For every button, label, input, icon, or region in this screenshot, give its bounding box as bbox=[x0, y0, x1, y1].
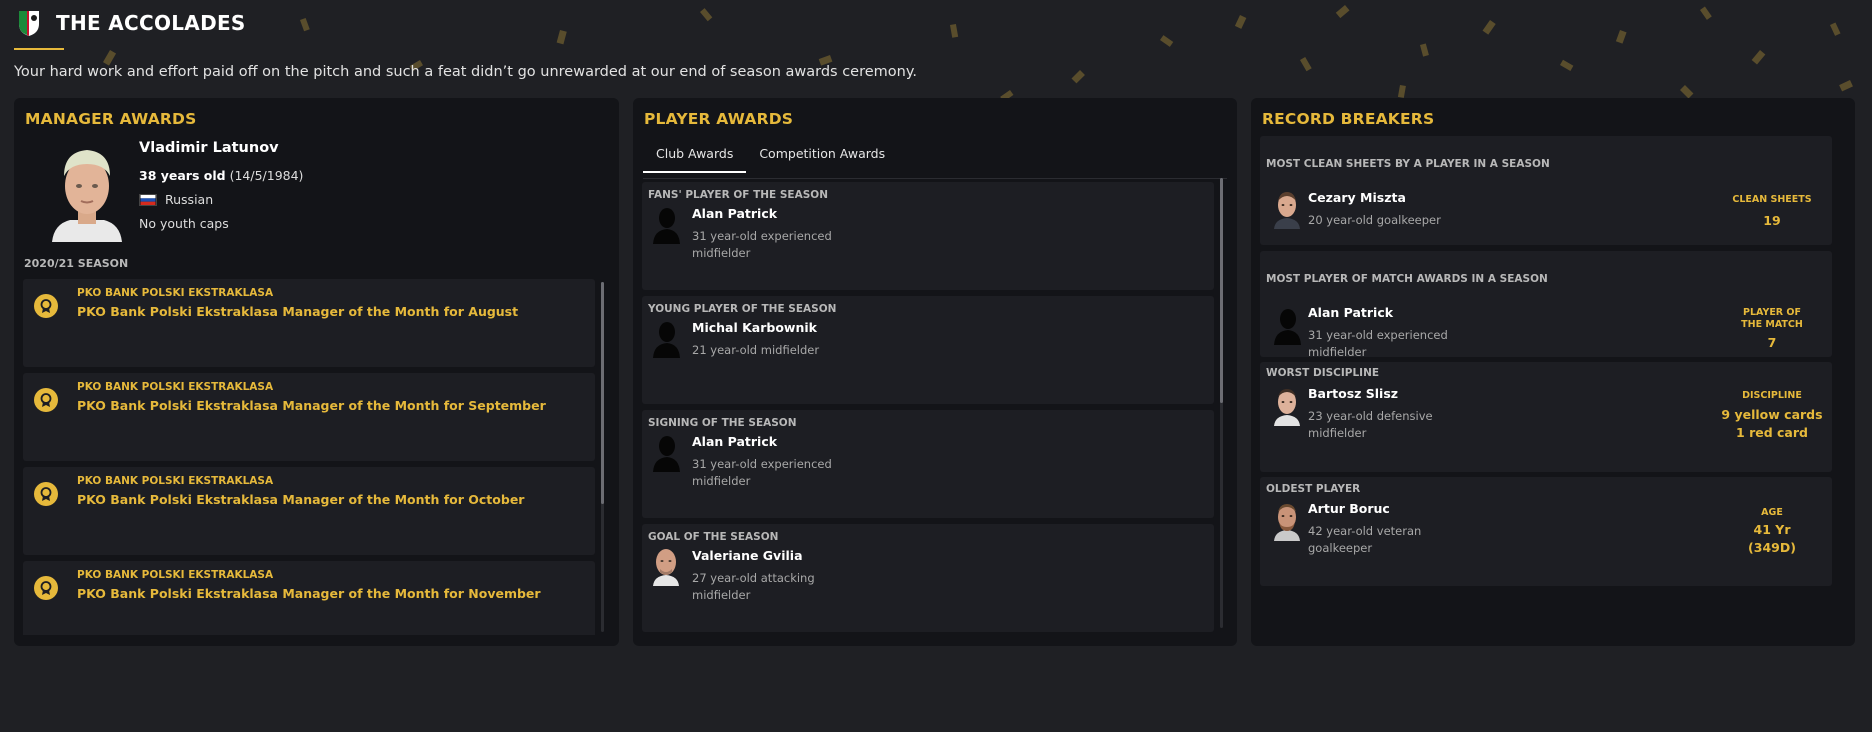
player-name[interactable]: Valeriane Gvilia bbox=[692, 548, 803, 563]
scrollbar-thumb[interactable] bbox=[1220, 178, 1223, 403]
award-label: FANS' PLAYER OF THE SEASON bbox=[648, 189, 829, 201]
stat-value-secondary: (349D) bbox=[1748, 540, 1796, 555]
award-card[interactable]: PKO BANK POLSKI EKSTRAKLASA PKO Bank Pol… bbox=[23, 373, 595, 461]
player-award-card[interactable]: GOAL OF THE SEASON Valeriane Gvilia 27 y… bbox=[642, 524, 1214, 632]
player-silhouette-icon[interactable] bbox=[651, 204, 681, 244]
record-card[interactable]: MOST CLEAN SHEETS BY A PLAYER IN A SEASO… bbox=[1260, 136, 1832, 245]
stat-label: PLAYER OF THE MATCH bbox=[1741, 307, 1803, 330]
player-silhouette-icon[interactable] bbox=[651, 318, 681, 358]
player-description: 31 year-old experienced midfielder bbox=[692, 229, 832, 260]
record-label: MOST PLAYER OF MATCH AWARDS IN A SEASON bbox=[1266, 273, 1548, 285]
tabs-divider bbox=[643, 178, 1227, 179]
player-awards-panel: PLAYER AWARDS Club Awards Competition Aw… bbox=[633, 98, 1237, 646]
panel-title: PLAYER AWARDS bbox=[644, 110, 794, 128]
manager-age-years: 38 years old bbox=[139, 168, 226, 183]
player-photo[interactable] bbox=[651, 546, 681, 586]
manager-youth-caps: No youth caps bbox=[139, 216, 229, 231]
player-name[interactable]: Artur Boruc bbox=[1308, 501, 1390, 516]
player-description: 31 year-old experienced midfielder bbox=[1308, 328, 1448, 359]
player-silhouette-icon[interactable] bbox=[651, 432, 681, 472]
player-award-card[interactable]: YOUNG PLAYER OF THE SEASON Michal Karbow… bbox=[642, 296, 1214, 404]
club-logo-icon bbox=[19, 11, 39, 36]
award-name[interactable]: PKO Bank Polski Ekstraklasa Manager of t… bbox=[77, 586, 541, 601]
player-name[interactable]: Alan Patrick bbox=[692, 434, 777, 449]
player-name[interactable]: Alan Patrick bbox=[1308, 305, 1393, 320]
player-name[interactable]: Bartosz Slisz bbox=[1308, 386, 1398, 401]
award-label: GOAL OF THE SEASON bbox=[648, 531, 779, 543]
award-name[interactable]: PKO Bank Polski Ekstraklasa Manager of t… bbox=[77, 304, 518, 319]
tab-competition-awards[interactable]: Competition Awards bbox=[746, 138, 898, 173]
award-card[interactable]: PKO BANK POLSKI EKSTRAKLASA PKO Bank Pol… bbox=[23, 467, 595, 555]
scrollbar-thumb[interactable] bbox=[601, 282, 604, 504]
stat-value: 41 Yr bbox=[1753, 522, 1791, 537]
award-card[interactable]: PKO BANK POLSKI EKSTRAKLASA PKO Bank Pol… bbox=[23, 561, 595, 635]
manager-photo[interactable] bbox=[46, 138, 128, 242]
page-subtitle: Your hard work and effort paid off on th… bbox=[14, 64, 917, 80]
player-award-list[interactable]: FANS' PLAYER OF THE SEASON Alan Patrick … bbox=[642, 182, 1214, 632]
tab-club-awards[interactable]: Club Awards bbox=[643, 138, 747, 173]
record-breakers-panel: RECORD BREAKERS MOST CLEAN SHEETS BY A P… bbox=[1251, 98, 1855, 646]
player-description: 23 year-old defensive midfielder bbox=[1308, 409, 1433, 440]
player-description: 31 year-old experienced midfielder bbox=[692, 457, 832, 488]
nationality-label: Russian bbox=[165, 192, 214, 207]
award-label: YOUNG PLAYER OF THE SEASON bbox=[648, 303, 837, 315]
record-card[interactable]: OLDEST PLAYER Artur Boruc 42 year-old ve… bbox=[1260, 477, 1832, 586]
player-silhouette-icon[interactable] bbox=[1272, 305, 1302, 345]
record-label: WORST DISCIPLINE bbox=[1266, 367, 1380, 379]
manager-dob: (14/5/1984) bbox=[229, 168, 304, 183]
stat-label: DISCIPLINE bbox=[1742, 390, 1802, 401]
award-competition: PKO BANK POLSKI EKSTRAKLASA bbox=[77, 287, 274, 299]
player-name[interactable]: Cezary Miszta bbox=[1308, 190, 1406, 205]
award-competition: PKO BANK POLSKI EKSTRAKLASA bbox=[77, 475, 274, 487]
record-label: OLDEST PLAYER bbox=[1266, 483, 1361, 495]
season-label: 2020/21 SEASON bbox=[24, 257, 129, 270]
stat-value: 9 yellow cards bbox=[1721, 407, 1823, 422]
award-name[interactable]: PKO Bank Polski Ekstraklasa Manager of t… bbox=[77, 398, 546, 413]
page-header: THE ACCOLADES bbox=[14, 8, 246, 38]
player-photo[interactable] bbox=[1272, 501, 1302, 541]
player-name[interactable]: Michal Karbownik bbox=[692, 320, 817, 335]
manager-age: 38 years old (14/5/1984) bbox=[139, 168, 303, 183]
player-award-card[interactable]: FANS' PLAYER OF THE SEASON Alan Patrick … bbox=[642, 182, 1214, 290]
medal-icon bbox=[34, 294, 58, 318]
medal-icon bbox=[34, 482, 58, 506]
stat-value-secondary: 1 red card bbox=[1736, 425, 1808, 440]
stat-value: 19 bbox=[1763, 213, 1781, 228]
player-photo[interactable] bbox=[1272, 189, 1302, 229]
player-description: 27 year-old attacking midfielder bbox=[692, 571, 815, 602]
player-description: 42 year-old veteran goalkeeper bbox=[1308, 524, 1422, 555]
stat-value: 7 bbox=[1767, 335, 1777, 350]
stat-label: AGE bbox=[1761, 507, 1783, 518]
stat-label: CLEAN SHEETS bbox=[1732, 194, 1812, 205]
panel-title: MANAGER AWARDS bbox=[25, 110, 197, 128]
player-photo[interactable] bbox=[1272, 386, 1302, 426]
russia-flag-icon bbox=[139, 193, 157, 206]
page-title: THE ACCOLADES bbox=[56, 11, 246, 35]
award-card[interactable]: PKO BANK POLSKI EKSTRAKLASA PKO Bank Pol… bbox=[23, 279, 595, 367]
award-label: SIGNING OF THE SEASON bbox=[648, 417, 797, 429]
title-underline bbox=[14, 48, 64, 50]
panel-title: RECORD BREAKERS bbox=[1262, 110, 1435, 128]
award-competition: PKO BANK POLSKI EKSTRAKLASA bbox=[77, 381, 274, 393]
manager-awards-panel: MANAGER AWARDS Vladimir Latunov 38 years… bbox=[14, 98, 619, 646]
award-competition: PKO BANK POLSKI EKSTRAKLASA bbox=[77, 569, 274, 581]
record-card[interactable]: MOST PLAYER OF MATCH AWARDS IN A SEASON … bbox=[1260, 251, 1832, 359]
medal-icon bbox=[34, 388, 58, 412]
player-award-card[interactable]: SIGNING OF THE SEASON Alan Patrick 31 ye… bbox=[642, 410, 1214, 518]
manager-name[interactable]: Vladimir Latunov bbox=[139, 140, 279, 156]
award-name[interactable]: PKO Bank Polski Ekstraklasa Manager of t… bbox=[77, 492, 524, 507]
record-card[interactable]: WORST DISCIPLINE Bartosz Slisz 23 year-o… bbox=[1260, 362, 1832, 472]
record-label: MOST CLEAN SHEETS BY A PLAYER IN A SEASO… bbox=[1266, 158, 1550, 170]
player-description: 20 year-old goalkeeper bbox=[1308, 213, 1441, 227]
medal-icon bbox=[34, 576, 58, 600]
manager-nationality: Russian bbox=[139, 192, 213, 207]
manager-award-list[interactable]: PKO BANK POLSKI EKSTRAKLASA PKO Bank Pol… bbox=[23, 279, 595, 635]
award-tabs: Club Awards Competition Awards bbox=[643, 138, 898, 173]
player-name[interactable]: Alan Patrick bbox=[692, 206, 777, 221]
player-description: 21 year-old midfielder bbox=[692, 343, 820, 357]
